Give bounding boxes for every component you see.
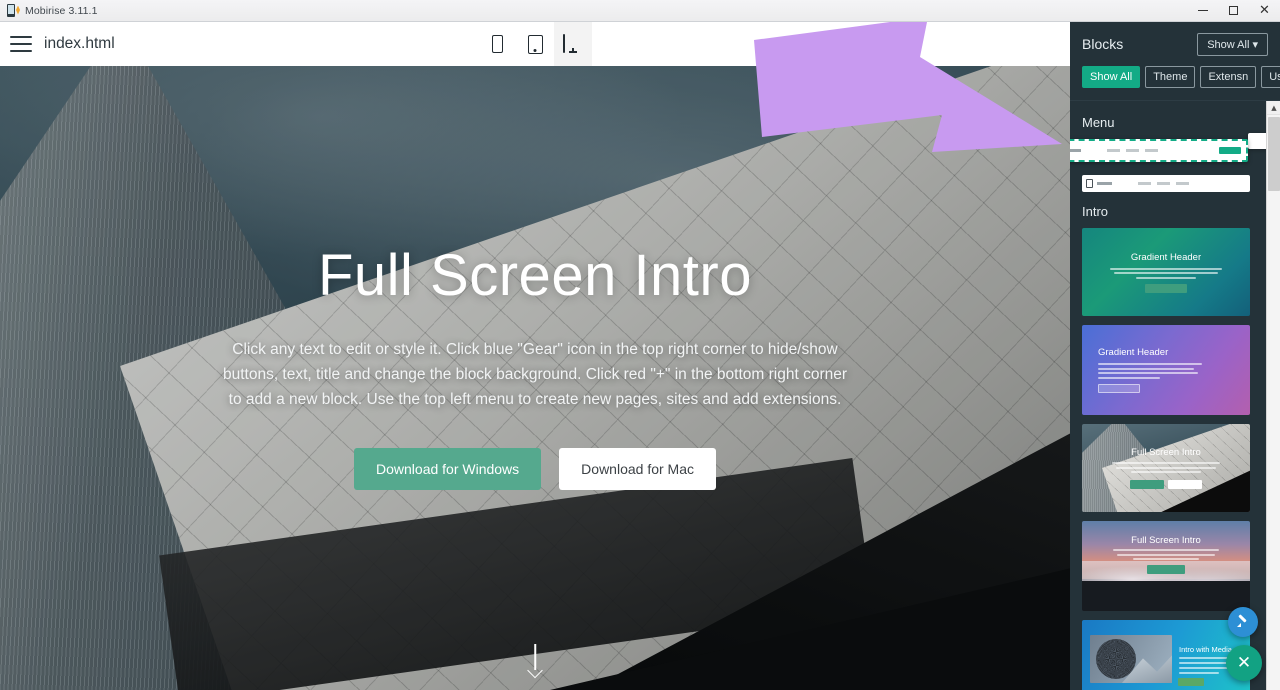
- device-mobile-button[interactable]: [478, 22, 516, 66]
- download-mac-button[interactable]: Download for Mac: [559, 448, 716, 490]
- thumb-title: Full Screen Intro: [1131, 535, 1201, 546]
- app-title: Mobirise 3.11.1: [25, 5, 98, 17]
- thumb-title: Gradient Header: [1098, 347, 1168, 358]
- close-icon: ✕: [1259, 5, 1270, 16]
- filter-user[interactable]: User: [1261, 66, 1280, 88]
- block-thumb-full-screen-intro-architecture[interactable]: Full Screen Intro: [1082, 424, 1250, 512]
- thumb-button: [1098, 384, 1140, 393]
- thumb-title: Gradient Header: [1131, 252, 1201, 263]
- edit-style-button[interactable]: [1228, 607, 1258, 637]
- download-windows-button[interactable]: Download for Windows: [354, 448, 541, 490]
- window-titlebar: Mobirise 3.11.1 ✕: [0, 0, 1280, 22]
- blocks-list: Menu: [1070, 101, 1266, 690]
- block-thumb-gradient-header-purple[interactable]: Gradient Header: [1082, 325, 1250, 415]
- block-thumb-gradient-header-teal[interactable]: Gradient Header: [1082, 228, 1250, 316]
- mobirise-app-window: Mobirise 3.11.1 ✕ index.html: [0, 0, 1280, 690]
- brush-icon: [1236, 615, 1250, 629]
- hero-block[interactable]: Full Screen Intro Click any text to edit…: [0, 66, 1070, 690]
- menu-drag-ghost-tail: [1248, 133, 1266, 149]
- blocks-panel: Blocks Show All ▾ Show All Theme Extensn…: [1070, 22, 1280, 690]
- hero-subtitle[interactable]: Click any text to edit or style it. Clic…: [215, 337, 855, 412]
- tablet-icon: [528, 35, 543, 54]
- device-view-switcher: [478, 22, 592, 66]
- device-desktop-button[interactable]: [554, 22, 592, 66]
- block-thumb-menu-dragging[interactable]: [1082, 139, 1250, 165]
- mobile-icon: [492, 35, 503, 53]
- blocks-panel-header: Blocks Show All ▾: [1070, 22, 1280, 66]
- window-controls: ✕: [1187, 0, 1280, 22]
- block-thumb-intro-with-media-blue[interactable]: Intro with Media: [1082, 620, 1250, 690]
- filter-theme[interactable]: Theme: [1145, 66, 1195, 88]
- block-thumb-full-screen-intro-sunset[interactable]: Full Screen Intro: [1082, 521, 1250, 611]
- blocks-filter-group: Show All Theme Extensn User: [1070, 66, 1280, 100]
- hero-button-group: Download for Windows Download for Mac: [354, 448, 716, 490]
- block-thumb-menu-2[interactable]: [1082, 175, 1250, 192]
- blocks-scrollbar[interactable]: ▲: [1266, 101, 1280, 690]
- hero-title[interactable]: Full Screen Intro: [318, 246, 752, 307]
- close-blocks-panel-button[interactable]: ✕: [1226, 645, 1262, 681]
- close-icon: ✕: [1237, 655, 1251, 672]
- device-tablet-button[interactable]: [516, 22, 554, 66]
- filter-show-all[interactable]: Show All: [1082, 66, 1140, 88]
- thumb-title: Full Screen Intro: [1131, 447, 1201, 458]
- close-window-button[interactable]: ✕: [1249, 0, 1280, 22]
- page-canvas[interactable]: Full Screen Intro Click any text to edit…: [0, 66, 1070, 690]
- group-label-intro: Intro: [1082, 204, 1266, 219]
- minimize-button[interactable]: [1187, 0, 1218, 22]
- logo-icon: [1086, 179, 1093, 188]
- show-all-dropdown[interactable]: Show All ▾: [1197, 33, 1268, 56]
- thumb-image: [1090, 635, 1172, 683]
- menu-cta-button: [1219, 147, 1241, 154]
- document-title: index.html: [44, 35, 115, 53]
- thumb-button: [1145, 284, 1187, 293]
- blocks-scroll-area[interactable]: Menu: [1070, 100, 1280, 690]
- group-label-menu: Menu: [1082, 115, 1266, 130]
- desktop-icon: [563, 35, 583, 53]
- filter-extensions[interactable]: Extensn: [1200, 66, 1256, 88]
- scroll-up-button[interactable]: ▲: [1267, 101, 1280, 115]
- editor-toolbar: index.html: [0, 22, 1070, 66]
- blocks-panel-title: Blocks: [1082, 36, 1123, 52]
- menu-block-drag-preview[interactable]: [1070, 139, 1248, 162]
- scrollbar-thumb[interactable]: [1268, 117, 1280, 191]
- maximize-button[interactable]: [1218, 0, 1249, 22]
- hamburger-icon[interactable]: [10, 36, 32, 52]
- mobirise-icon: [6, 4, 20, 18]
- scroll-down-arrow-icon[interactable]: [522, 644, 548, 678]
